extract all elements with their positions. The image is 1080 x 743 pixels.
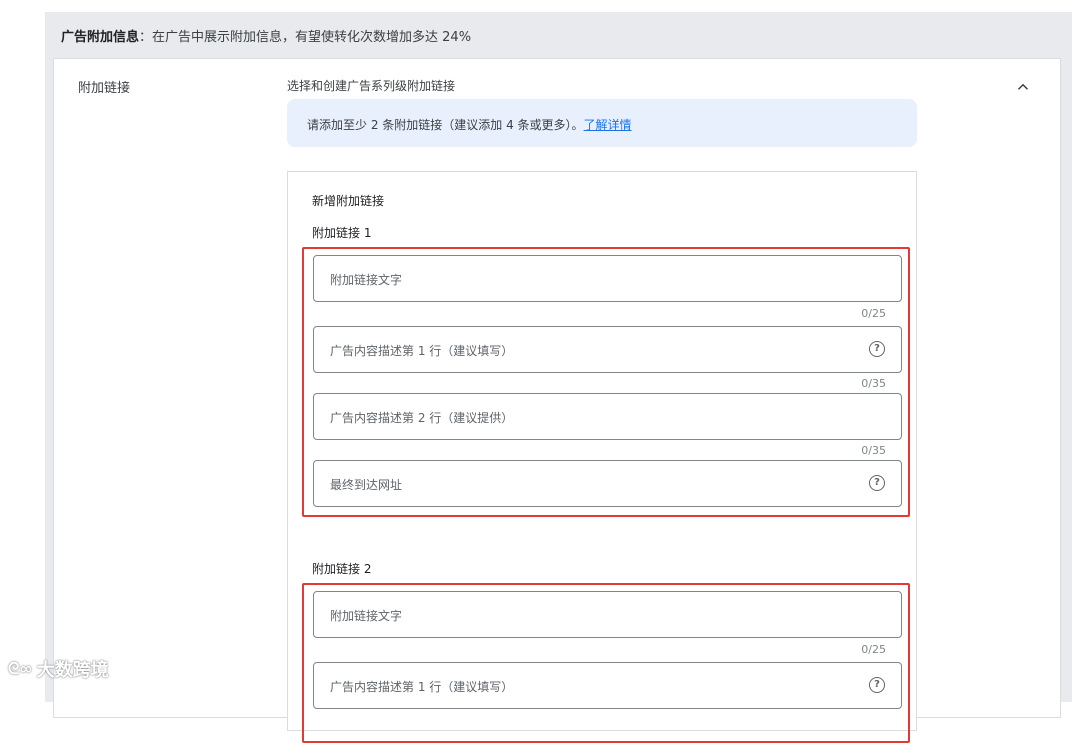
field-placeholder: 最终到达网址 xyxy=(330,478,403,492)
help-icon[interactable]: ? xyxy=(869,677,885,693)
sitelinks-card: 附加链接 选择和创建广告系列级附加链接 请添加至少 2 条附加链接（建议添加 4… xyxy=(53,58,1061,743)
section-label: 附加链接 xyxy=(78,81,131,96)
collapse-button[interactable] xyxy=(1009,73,1037,101)
banner-title: 广告附加信息 xyxy=(61,30,140,45)
watermark-text: 大数跨境 xyxy=(36,660,109,681)
watermark: ᘓ∞ 大数跨境 xyxy=(8,656,109,682)
info-text: 请添加至少 2 条附加链接（建议添加 4 条或更多）。 xyxy=(307,118,584,132)
description-line-1-field[interactable]: 广告内容描述第 1 行（建议填写） ? xyxy=(313,326,902,373)
description-line-2-field[interactable]: 广告内容描述第 2 行（建议提供） xyxy=(313,393,902,440)
help-icon[interactable]: ? xyxy=(869,341,885,357)
extensions-banner: 广告附加信息：在广告中展示附加信息，有望使转化次数增加多达 24% xyxy=(61,26,471,45)
field-placeholder: 附加链接文字 xyxy=(330,609,403,623)
new-sitelink-panel: 新增附加链接 附加链接 1 附加链接文字 0/25 广告内容描述第 1 行（建议… xyxy=(287,171,917,743)
field-placeholder: 广告内容描述第 1 行（建议填写） xyxy=(330,344,514,358)
sitelink-2-highlight: 附加链接文字 0/25 广告内容描述第 1 行（建议填写） ? xyxy=(302,583,910,743)
sitelink-1-label: 附加链接 1 xyxy=(312,226,372,240)
sitelink-1-highlight: 附加链接文字 0/25 广告内容描述第 1 行（建议填写） ? 0/35 广告内… xyxy=(302,247,910,517)
char-counter: 0/35 xyxy=(861,444,886,457)
chevron-up-icon xyxy=(1017,83,1029,90)
banner-text: ：在广告中展示附加信息，有望使转化次数增加多达 24% xyxy=(139,30,472,45)
description-line-1-field[interactable]: 广告内容描述第 1 行（建议填写） ? xyxy=(313,662,902,709)
sitelink-text-field[interactable]: 附加链接文字 xyxy=(313,591,902,638)
info-notice: 请添加至少 2 条附加链接（建议添加 4 条或更多）。了解详情 xyxy=(287,99,917,147)
learn-more-link[interactable]: 了解详情 xyxy=(584,118,632,132)
ad-extensions-container: 广告附加信息：在广告中展示附加信息，有望使转化次数增加多达 24% 附加链接 选… xyxy=(45,12,1072,743)
panel-title: 新增附加链接 xyxy=(312,194,385,208)
char-counter: 0/25 xyxy=(861,307,886,320)
sitelink-2-label: 附加链接 2 xyxy=(312,562,372,576)
section-subtitle: 选择和创建广告系列级附加链接 xyxy=(287,79,456,93)
help-icon[interactable]: ? xyxy=(869,475,885,491)
watermark-logo-icon: ᘓ∞ xyxy=(8,659,33,678)
field-placeholder: 广告内容描述第 2 行（建议提供） xyxy=(330,411,514,425)
final-url-field[interactable]: 最终到达网址 ? xyxy=(313,460,902,507)
sitelink-text-field[interactable]: 附加链接文字 xyxy=(313,255,902,302)
field-placeholder: 广告内容描述第 1 行（建议填写） xyxy=(330,680,514,694)
char-counter: 0/25 xyxy=(861,643,886,656)
char-counter: 0/35 xyxy=(861,377,886,390)
field-placeholder: 附加链接文字 xyxy=(330,273,403,287)
